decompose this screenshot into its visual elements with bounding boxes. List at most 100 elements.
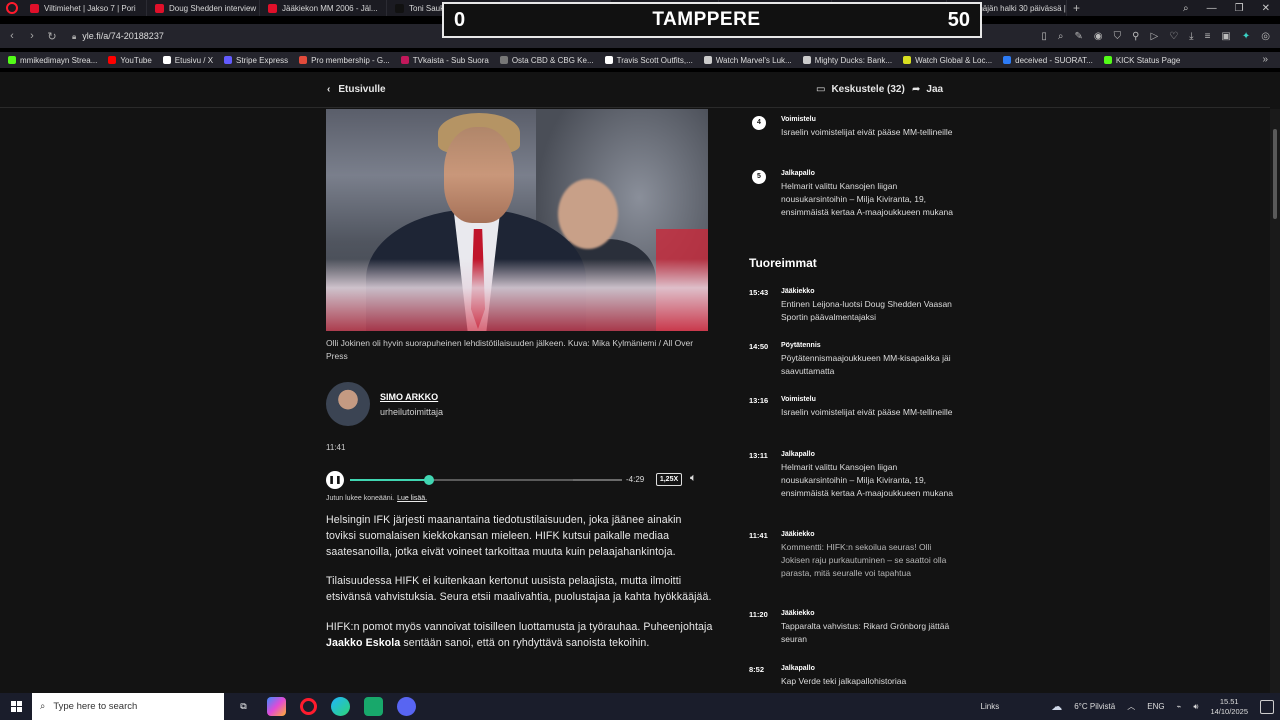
- bookmark-item[interactable]: Watch Marvel's Luk...: [703, 56, 792, 65]
- tts-read-more-link[interactable]: Lue lisää.: [397, 495, 427, 502]
- category-label: Jääkiekko: [781, 531, 815, 538]
- volume-icon[interactable]: 🔊︎: [1193, 702, 1198, 712]
- back-icon[interactable]: ‹: [2, 30, 22, 42]
- headline-link[interactable]: Israelin voimistelijat eivät pääse MM-te…: [781, 126, 956, 139]
- latest-news-text: Voimistelu Israelin voimistelijat eivät p…: [781, 396, 956, 419]
- bookmark-item[interactable]: Pro membership - G...: [299, 56, 390, 65]
- taskbar-search-placeholder: Type here to search: [53, 701, 138, 712]
- camera-icon[interactable]: ◉: [1094, 31, 1103, 42]
- bookmark-item[interactable]: TVkaista - Sub Suora: [400, 56, 489, 65]
- url-text: yle.fi/a/74-20188237: [82, 30, 164, 41]
- shield-icon[interactable]: ⛉: [1114, 31, 1122, 42]
- bookmarks-more-button[interactable]: »: [1262, 52, 1268, 68]
- headline-link[interactable]: Helmarit valittu Kansojen liigan nousuka…: [781, 180, 956, 218]
- start-button[interactable]: [0, 693, 32, 720]
- bookmark-item[interactable]: Etusivu / X: [162, 56, 213, 65]
- headline-link[interactable]: Kap Verde teki jalkapallohistoriaa: [781, 675, 956, 688]
- opera-logo-icon[interactable]: [6, 2, 18, 14]
- volume-icon[interactable]: 🔈︎: [690, 472, 697, 485]
- task-view-icon[interactable]: ⧉: [234, 697, 253, 716]
- bookmark-item[interactable]: KICK Status Page: [1103, 55, 1181, 65]
- author-name-link[interactable]: SIMO ARKKO: [380, 392, 443, 402]
- category-label: Pöytätennis: [781, 342, 821, 349]
- discuss-button[interactable]: ▭ Keskustele (32): [816, 84, 905, 95]
- article-paragraph: HIFK:n pomot myös vannoivat toisilleen l…: [326, 620, 714, 652]
- latest-news-text: Jääkiekko Kommentti: HIFK:n sekoilua seur…: [781, 531, 956, 579]
- playback-speed-button[interactable]: 1,25X: [656, 473, 682, 486]
- scrollbar-thumb[interactable]: [1273, 129, 1277, 219]
- bookmark-item[interactable]: Travis Scott Outfits,...: [604, 56, 693, 65]
- edit-icon[interactable]: ✎: [1075, 31, 1083, 42]
- latest-section-title: Tuoreimmat: [749, 256, 817, 270]
- most-read-text: Voimistelu Israelin voimistelijat eivät p…: [781, 116, 956, 139]
- bookmark-label: KICK Status Page: [1115, 55, 1181, 65]
- bookmark-item[interactable]: YouTube: [108, 55, 152, 65]
- app-icon[interactable]: [364, 697, 383, 716]
- forward-icon[interactable]: ›: [22, 30, 42, 42]
- extension-icon[interactable]: ⚲: [1132, 31, 1139, 42]
- headline-link[interactable]: Pöytätennismaajoukkueen MM-kisapaikka jä…: [781, 352, 956, 378]
- discord-icon[interactable]: [397, 697, 416, 716]
- audio-seek-bar[interactable]: [350, 475, 622, 485]
- opera-app-icon[interactable]: [300, 698, 317, 715]
- close-icon[interactable]: ✕: [1262, 3, 1270, 14]
- share-button[interactable]: ➦ Jaa: [912, 84, 943, 95]
- search-icon[interactable]: ⌕: [1058, 31, 1064, 42]
- back-to-front-page-link[interactable]: ‹ Etusivulle: [327, 84, 386, 95]
- search-tabs-icon[interactable]: ⌕: [1183, 3, 1189, 14]
- bookmark-item[interactable]: Osta CBD & CBG Ke...: [499, 56, 594, 65]
- page-scrollbar[interactable]: [1270, 109, 1280, 693]
- heart-icon[interactable]: ♡: [1169, 31, 1178, 42]
- audio-player: ❚❚ -4:29 1,25X 🔈︎: [326, 470, 708, 490]
- browser-tab[interactable]: Jääkiekon MM 2006 - Jäl...: [260, 0, 387, 16]
- headline-link[interactable]: Kommentti: HIFK:n sekoilua seuras! Olli …: [781, 541, 956, 579]
- bookmark-item[interactable]: Watch Global & Loc...: [903, 56, 992, 65]
- minimize-icon[interactable]: —: [1207, 3, 1217, 14]
- split-screen-icon[interactable]: ▯: [1041, 31, 1047, 42]
- score-overlay: 0 TAMPPERE 50: [442, 2, 982, 38]
- wallet-icon[interactable]: ▣: [1221, 31, 1230, 42]
- reload-icon[interactable]: ↻: [42, 30, 62, 43]
- bookmark-item[interactable]: Mighty Ducks: Bank...: [802, 56, 892, 65]
- new-tab-button[interactable]: +: [1073, 1, 1080, 15]
- pause-button[interactable]: ❚❚: [326, 471, 344, 489]
- bookmark-label: YouTube: [120, 55, 152, 65]
- download-icon[interactable]: ⤓: [1189, 31, 1193, 42]
- headline-link[interactable]: Entinen Leijona-luotsi Doug Shedden Vaas…: [781, 298, 956, 324]
- category-label: Voimistelu: [781, 116, 816, 123]
- edge-icon[interactable]: [331, 697, 350, 716]
- links-toolbar[interactable]: Links: [981, 702, 1000, 711]
- copilot-icon[interactable]: [267, 697, 286, 716]
- team-name: TAMPPERE: [652, 9, 761, 30]
- headline-link[interactable]: Tapparalta vahvistus: Rikard Grönborg jä…: [781, 620, 956, 646]
- bookmark-item[interactable]: Stripe Express: [224, 56, 288, 65]
- screen: Viltimiehet | Jakso 7 | Pori Doug Shedden…: [0, 0, 1280, 720]
- aria-icon[interactable]: ✦: [1242, 31, 1250, 42]
- chevron-up-icon[interactable]: ︿: [1127, 701, 1135, 712]
- clock[interactable]: 15.51 14/10/2025: [1210, 697, 1248, 717]
- menu-icon[interactable]: ≡: [1205, 31, 1211, 42]
- browser-tab[interactable]: Viltimiehet | Jakso 7 | Pori: [22, 0, 147, 16]
- notifications-icon[interactable]: [1260, 699, 1274, 714]
- bookmark-favicon-icon: [8, 56, 16, 64]
- audio-seek-handle[interactable]: [424, 475, 434, 485]
- bookmark-item[interactable]: deceived - SUORAT...: [1003, 56, 1093, 65]
- news-time: 8:52: [749, 665, 765, 674]
- network-icon[interactable]: ⌁: [1177, 702, 1182, 711]
- profile-icon[interactable]: ◎: [1261, 31, 1270, 42]
- weather-text[interactable]: 6°C Pilvistä: [1074, 702, 1115, 711]
- url-field[interactable]: 🔒︎ yle.fi/a/74-20188237: [72, 31, 164, 42]
- bookmark-item[interactable]: mmikedimayn Strea...: [8, 56, 97, 65]
- browser-tab[interactable]: Doug Shedden interview: [147, 0, 260, 16]
- share-label: Jaa: [926, 84, 944, 95]
- headline-link[interactable]: Israelin voimistelijat eivät pääse MM-te…: [781, 406, 956, 419]
- comment-icon: ▭: [816, 84, 826, 95]
- play-icon[interactable]: ▷: [1150, 31, 1158, 42]
- news-time: 14:50: [749, 342, 769, 351]
- bookmark-label: Watch Global & Loc...: [915, 55, 993, 65]
- taskbar-search[interactable]: ⌕ Type here to search: [32, 693, 224, 720]
- restore-icon[interactable]: ❐: [1235, 3, 1244, 14]
- language-indicator[interactable]: ENG: [1147, 702, 1164, 711]
- headline-link[interactable]: Helmarit valittu Kansojen liigan nousuka…: [781, 461, 956, 499]
- category-label: Voimistelu: [781, 396, 816, 403]
